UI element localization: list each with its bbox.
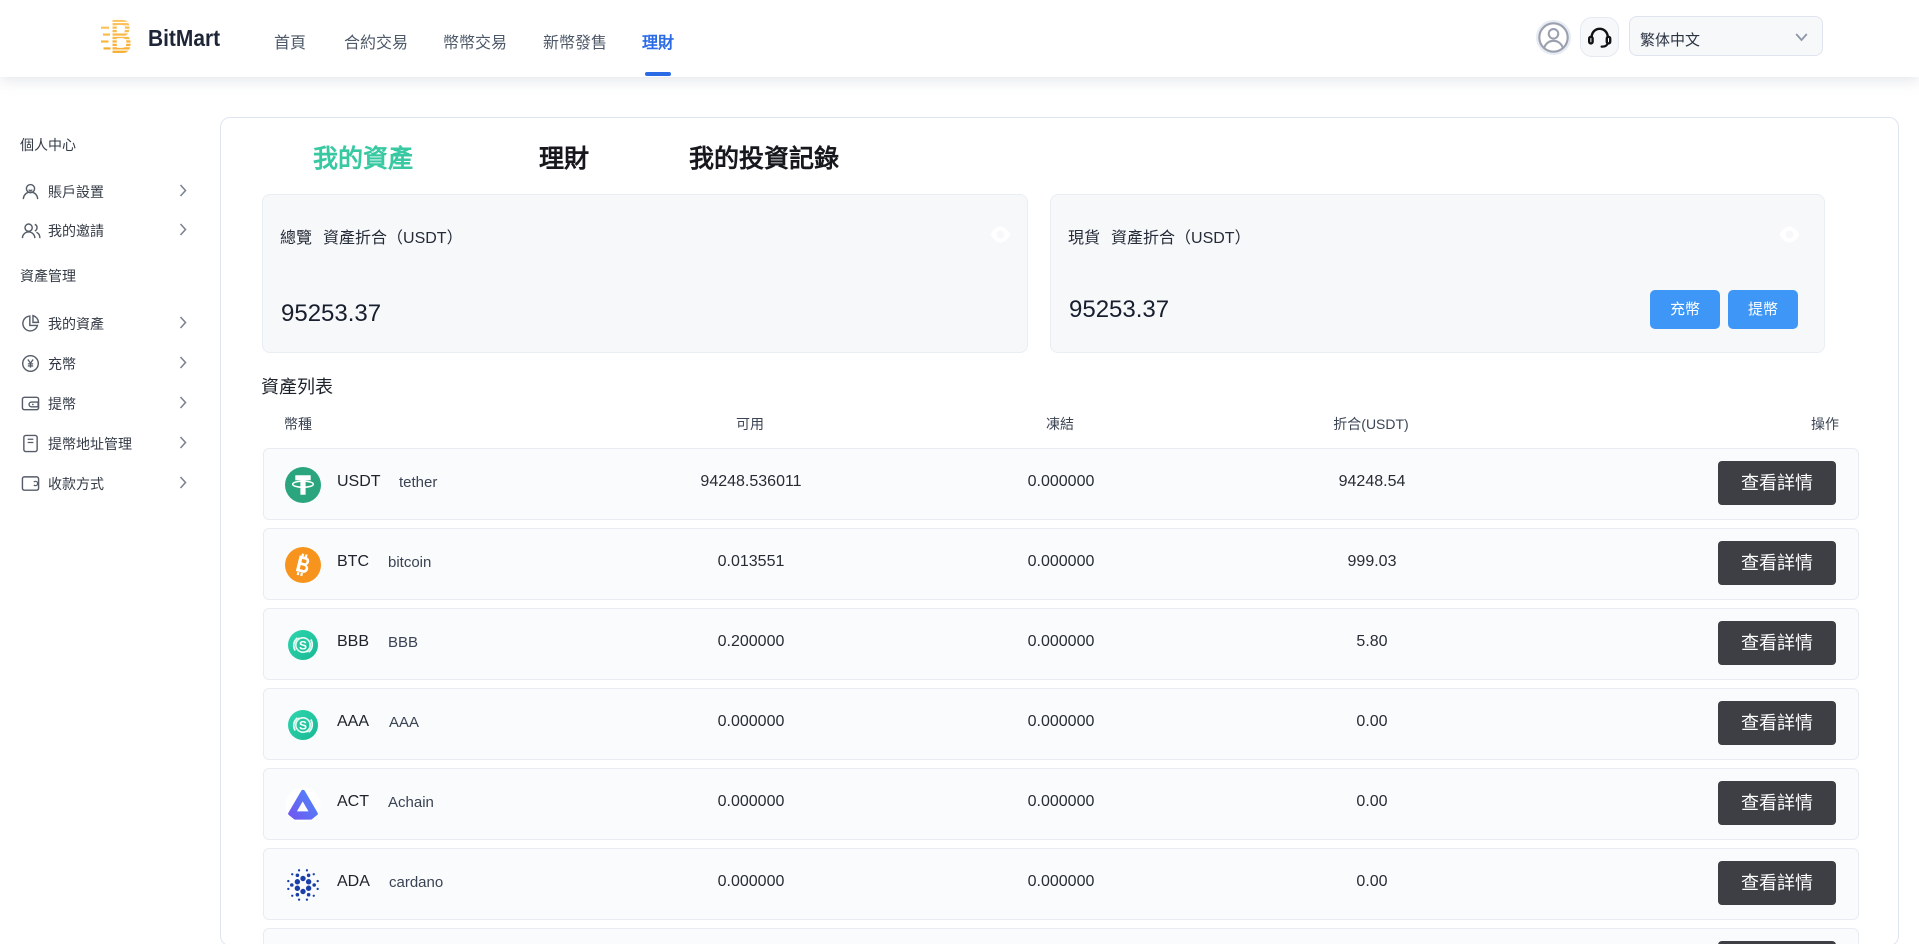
svg-text:S: S — [299, 719, 307, 733]
svg-text:S: S — [299, 639, 307, 653]
svg-text:B: B — [111, 12, 132, 56]
